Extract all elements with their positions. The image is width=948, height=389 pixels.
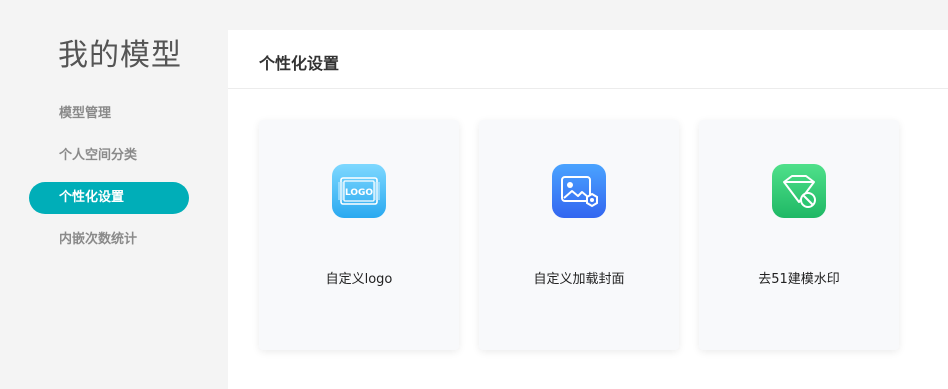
main-panel: 个性化设置 LOGO 自定义logo 自定义加载封面 去51建模水印 xyxy=(228,30,948,389)
sidebar-item-space-categories[interactable]: 个人空间分类 xyxy=(29,140,189,172)
sidebar-title: 我的模型 xyxy=(58,38,182,73)
svg-text:LOGO: LOGO xyxy=(345,188,373,198)
sidebar-nav: 模型管理 个人空间分类 个性化设置 内嵌次数统计 xyxy=(29,98,189,266)
remove-watermark-icon xyxy=(772,164,826,218)
custom-cover-label: 自定义加载封面 xyxy=(533,272,625,287)
sidebar-item-model-management[interactable]: 模型管理 xyxy=(29,98,189,130)
remove-watermark-card[interactable]: 去51建模水印 xyxy=(699,120,899,350)
custom-logo-label: 自定义logo xyxy=(325,272,393,287)
app-root: 我的模型 模型管理 个人空间分类 个性化设置 内嵌次数统计 个性化设置 LOGO xyxy=(0,0,948,389)
custom-cover-card[interactable]: 自定义加载封面 xyxy=(479,120,679,350)
logo-icon: LOGO xyxy=(332,164,386,218)
page-title: 个性化设置 xyxy=(259,54,340,73)
sidebar: 我的模型 模型管理 个人空间分类 个性化设置 内嵌次数统计 xyxy=(0,0,228,389)
sidebar-item-embed-stats[interactable]: 内嵌次数统计 xyxy=(29,224,189,256)
custom-logo-card[interactable]: LOGO 自定义logo xyxy=(259,120,459,350)
remove-watermark-label: 去51建模水印 xyxy=(758,272,840,287)
main-header: 个性化设置 xyxy=(228,30,948,89)
sidebar-item-personalization[interactable]: 个性化设置 xyxy=(29,182,189,214)
image-settings-icon xyxy=(552,164,606,218)
